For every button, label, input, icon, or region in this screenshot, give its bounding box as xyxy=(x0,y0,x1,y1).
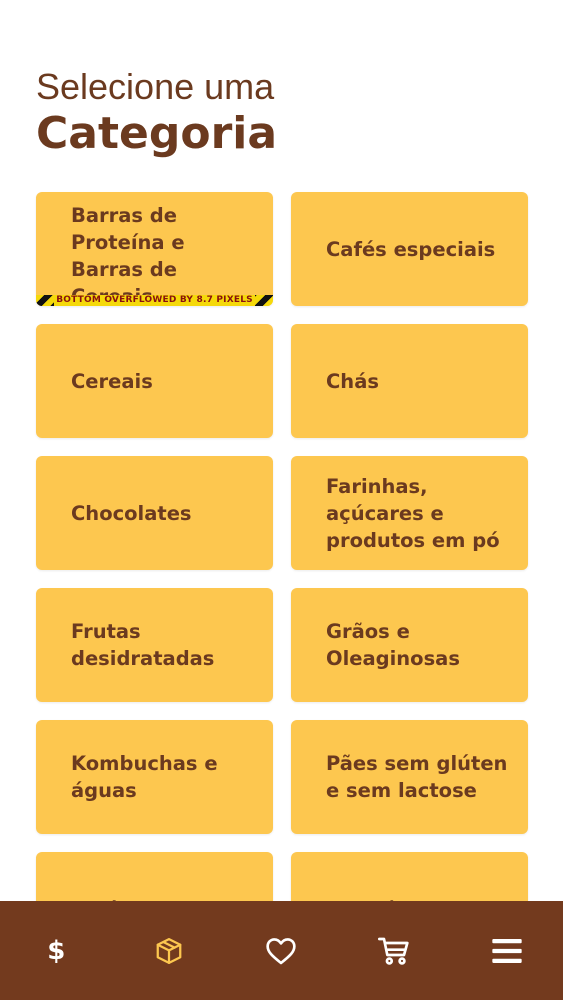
nav-item-dollar[interactable]: $ xyxy=(21,916,91,986)
category-label: Pães sem glúten e sem lactose xyxy=(326,752,508,802)
nav-item-package[interactable] xyxy=(134,916,204,986)
category-screen: Selecione uma Categoria Barras de Proteí… xyxy=(0,0,563,1000)
page-subtitle: Selecione uma xyxy=(36,66,275,107)
page-header: Selecione uma Categoria xyxy=(36,66,277,158)
package-icon xyxy=(156,937,182,964)
category-label: Cafés especiais xyxy=(326,237,496,261)
heart-icon xyxy=(266,937,297,964)
category-card-cereais[interactable]: Cereais xyxy=(36,324,273,438)
dollar-icon: $ xyxy=(47,935,66,966)
bottom-navigation-bar: $ xyxy=(0,901,563,1000)
nav-item-favorites[interactable] xyxy=(246,916,316,986)
category-label: Kombuchas e águas xyxy=(71,752,218,802)
overflow-warning-text: BOTTOM OVERFLOWED BY 8.7 PIXELS xyxy=(54,295,255,306)
category-grid: Barras de Proteína e Barras de Cereais B… xyxy=(36,192,528,966)
category-card-chocolates[interactable]: Chocolates xyxy=(36,456,273,570)
category-label: Cereais xyxy=(71,369,153,393)
category-card-chas[interactable]: Chás xyxy=(291,324,528,438)
category-card-paes[interactable]: Pães sem glúten e sem lactose xyxy=(291,720,528,834)
category-card-barras[interactable]: Barras de Proteína e Barras de Cereais B… xyxy=(36,192,273,306)
nav-item-cart[interactable] xyxy=(359,916,429,986)
category-label: Grãos e Oleaginosas xyxy=(326,620,460,670)
menu-icon xyxy=(492,938,522,963)
category-label: Farinhas, açúcares e produtos em pó xyxy=(326,474,500,552)
page-title: Categoria xyxy=(36,108,278,159)
category-card-farinhas[interactable]: Farinhas, açúcares e produtos em pó xyxy=(291,456,528,570)
category-label: Chás xyxy=(326,369,379,393)
category-card-frutas[interactable]: Frutas desidratadas xyxy=(36,588,273,702)
nav-item-menu[interactable] xyxy=(472,916,542,986)
category-card-kombuchas[interactable]: Kombuchas e águas xyxy=(36,720,273,834)
category-card-graos[interactable]: Grãos e Oleaginosas xyxy=(291,588,528,702)
category-label: Frutas desidratadas xyxy=(71,620,215,670)
category-label: Chocolates xyxy=(71,501,192,525)
category-card-cafes[interactable]: Cafés especiais xyxy=(291,192,528,306)
cart-icon xyxy=(378,937,409,965)
overflow-warning-bar: BOTTOM OVERFLOWED BY 8.7 PIXELS xyxy=(36,295,273,306)
category-label: Barras de Proteína e Barras de Cereais xyxy=(71,204,185,306)
